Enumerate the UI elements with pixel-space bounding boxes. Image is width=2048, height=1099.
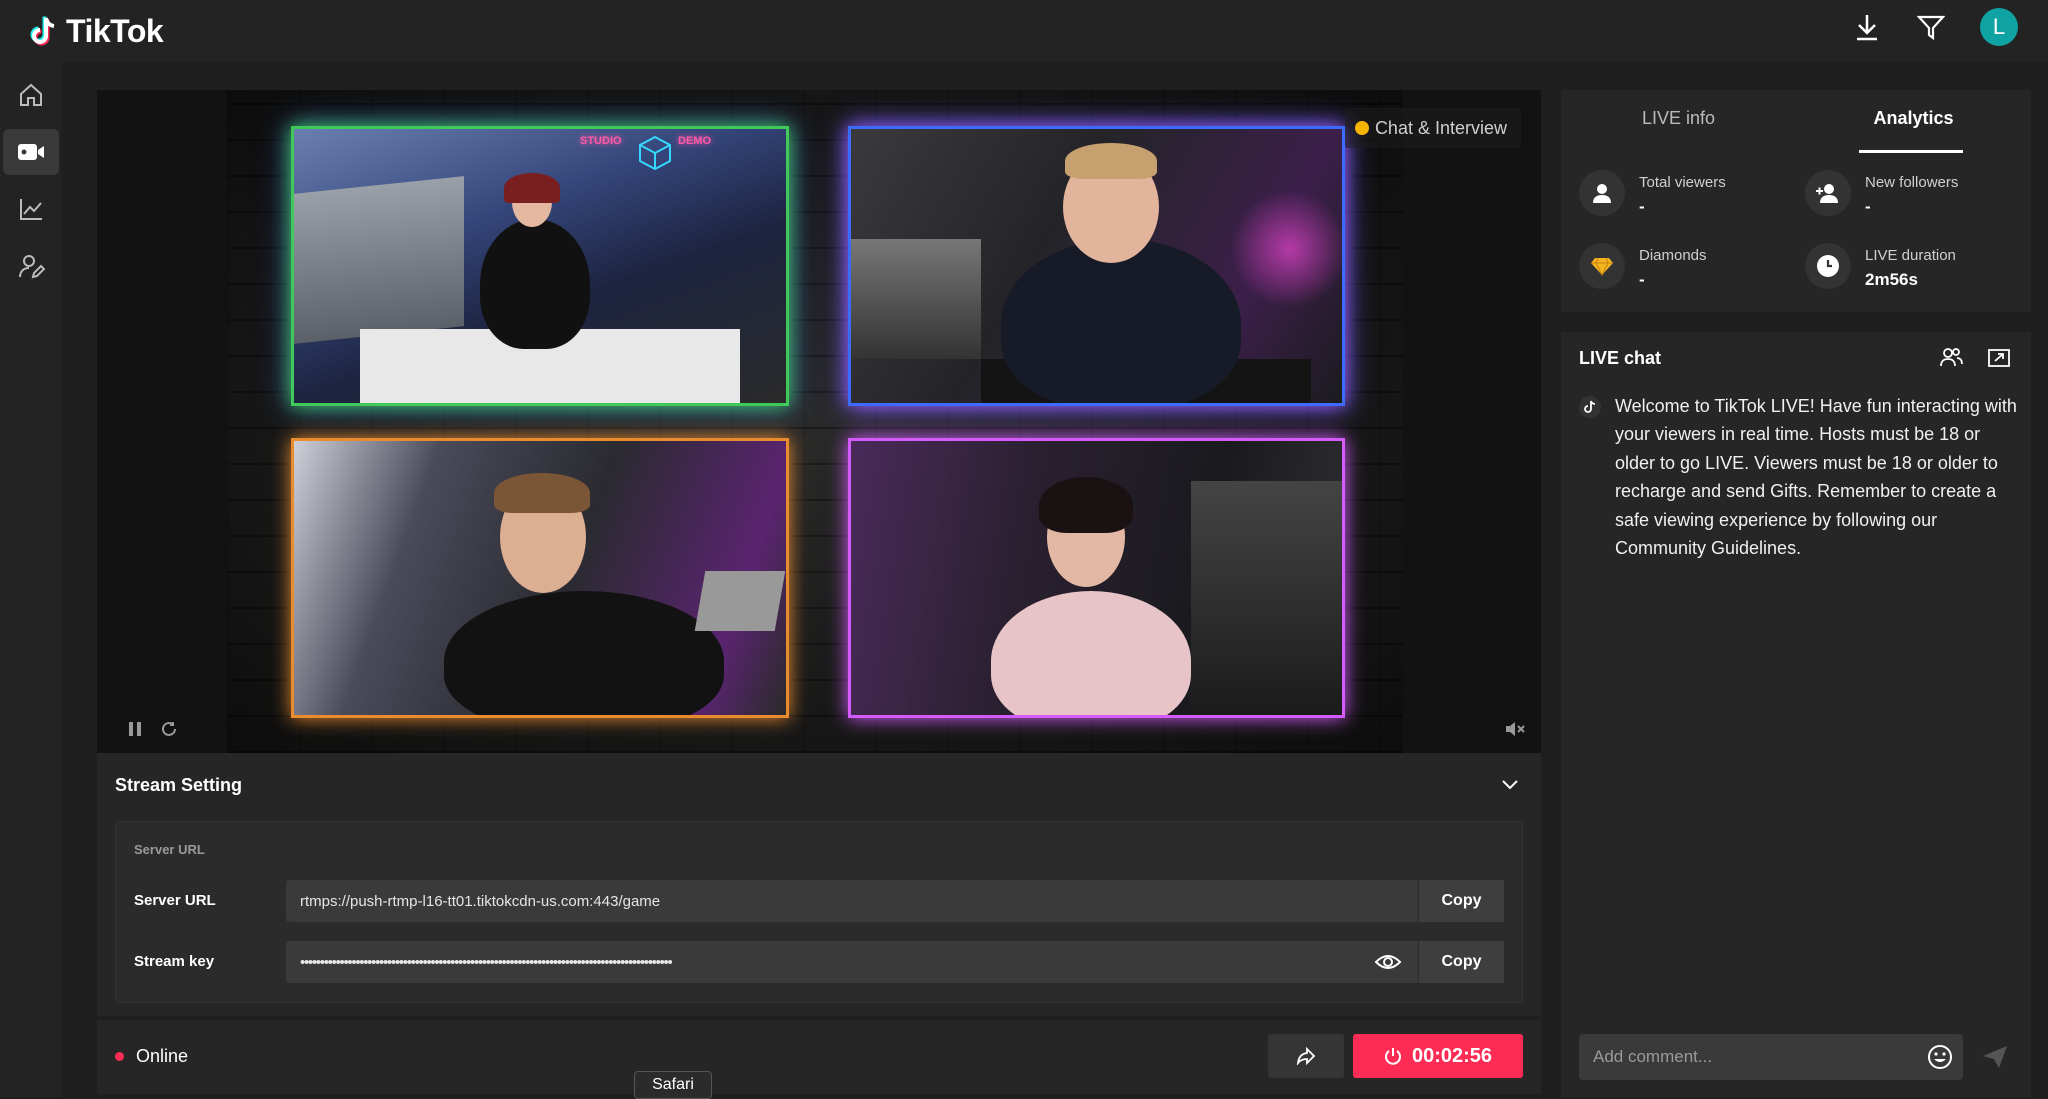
scene-dot-icon (1354, 121, 1369, 135)
stat-value: - (1639, 270, 1645, 289)
clock-icon (1805, 243, 1851, 289)
camera-tile-2 (848, 126, 1345, 406)
mute-icon[interactable] (1503, 717, 1527, 741)
top-bar: TikTok L (0, 0, 2048, 62)
stat-total-viewers: Total viewers - (1579, 170, 1726, 217)
scene-label: Chat & Interview (1344, 108, 1521, 148)
stream-key-value[interactable]: ••••••••••••••••••••••••••••••••••••••••… (286, 954, 1358, 971)
tab-analytics[interactable]: Analytics (1796, 108, 2031, 153)
sidebar-item-live[interactable] (3, 129, 59, 175)
scene-label-text: Chat & Interview (1374, 117, 1507, 138)
viewers-icon[interactable] (1939, 346, 1963, 373)
home-icon (20, 83, 42, 106)
stat-new-followers: New followers - (1805, 170, 1958, 217)
studio-sign-left: STUDIO (580, 135, 622, 147)
diamond-icon (1579, 243, 1625, 289)
info-tabs: LIVE info Analytics (1561, 108, 2031, 153)
stat-label: Diamonds (1639, 247, 1707, 264)
camera-tile-4 (848, 438, 1345, 718)
server-url-box-title: Server URL (134, 842, 205, 857)
live-status-bar: Online 00:02:56 (97, 1020, 1541, 1094)
server-url-box: Server URL Server URL rtmps://push-rtmp-… (115, 821, 1523, 1003)
live-video-preview[interactable]: STUDIO DEMO Chat & Interview (97, 90, 1541, 753)
live-timer: 00:02:56 (1411, 1044, 1493, 1067)
camera-tile-3 (291, 438, 789, 718)
safari-tooltip: Safari (634, 1071, 712, 1099)
video-camera-icon (18, 144, 44, 160)
filter-icon[interactable] (1916, 12, 1946, 42)
logo-text: TikTok (66, 12, 164, 49)
comment-input[interactable] (1579, 1034, 1917, 1080)
chevron-down-icon[interactable] (1501, 777, 1519, 795)
live-info-panel: LIVE info Analytics Total viewers - New … (1561, 90, 2031, 312)
popout-icon[interactable] (1987, 346, 2011, 373)
tiktok-icon (1579, 396, 1601, 418)
mixing-console (851, 239, 981, 359)
stream-setting-panel: Stream Setting Server URL Server URL rtm… (97, 753, 1541, 1016)
add-user-icon (1805, 170, 1851, 216)
emoji-icon[interactable] (1917, 1044, 1963, 1070)
share-icon (1296, 1047, 1316, 1065)
eye-icon[interactable] (1358, 941, 1418, 983)
server-url-label: Server URL (134, 892, 216, 909)
camera-tile-1: STUDIO DEMO (291, 126, 789, 406)
live-chat-panel: LIVE chat Welcome to TikTok LIVE! Have f… (1561, 332, 2031, 1097)
sidebar-item-profile[interactable] (3, 243, 59, 289)
user-edit-icon (19, 255, 45, 279)
studio-cube-icon (639, 135, 671, 171)
studio-sign-right: DEMO (678, 135, 711, 147)
stat-diamonds: Diamonds - (1579, 243, 1707, 290)
server-url-field: rtmps://push-rtmp-l16-tt01.tiktokcdn-us.… (286, 880, 1504, 922)
refresh-icon[interactable] (157, 717, 181, 741)
online-status-text: Online (136, 1046, 189, 1066)
stream-setting-title: Stream Setting (115, 775, 243, 795)
user-avatar[interactable]: L (1980, 8, 2018, 46)
comment-box (1579, 1034, 1963, 1080)
power-icon (1384, 1048, 1401, 1065)
online-status: Online (115, 1046, 188, 1067)
live-chat-title: LIVE chat (1579, 348, 1662, 368)
stat-value: - (1639, 197, 1645, 216)
stream-key-field: ••••••••••••••••••••••••••••••••••••••••… (286, 941, 1504, 983)
sidebar-item-analytics[interactable] (3, 186, 59, 232)
sidebar (0, 62, 62, 1097)
stream-key-label: Stream key (134, 953, 215, 970)
stat-label: New followers (1865, 174, 1959, 191)
laptop (694, 571, 786, 631)
chat-message: Welcome to TikTok LIVE! Have fun interac… (1579, 392, 2019, 562)
user-icon (1579, 170, 1625, 216)
share-button[interactable] (1268, 1034, 1344, 1078)
end-live-button[interactable]: 00:02:56 (1353, 1034, 1523, 1078)
stat-label: Total viewers (1639, 174, 1726, 191)
download-icon[interactable] (1852, 12, 1882, 42)
tiktok-logo[interactable]: TikTok (28, 12, 164, 50)
tiktok-logo-icon (28, 14, 62, 48)
copy-stream-key-button[interactable]: Copy (1418, 941, 1504, 983)
chat-message-text: Welcome to TikTok LIVE! Have fun interac… (1615, 396, 2017, 559)
stat-value: 2m56s (1865, 270, 1918, 289)
chart-icon (20, 199, 42, 220)
online-dot-icon (115, 1052, 124, 1061)
stat-label: LIVE duration (1865, 247, 1956, 264)
copy-server-url-button[interactable]: Copy (1418, 880, 1504, 922)
server-url-value[interactable]: rtmps://push-rtmp-l16-tt01.tiktokcdn-us.… (286, 893, 1418, 910)
stat-value: - (1865, 197, 1871, 216)
pause-icon[interactable] (123, 717, 147, 741)
stat-live-duration: LIVE duration 2m56s (1805, 243, 1956, 290)
tab-live-info[interactable]: LIVE info (1561, 108, 1796, 148)
send-icon[interactable] (1981, 1044, 2009, 1075)
sidebar-item-home[interactable] (3, 72, 59, 118)
